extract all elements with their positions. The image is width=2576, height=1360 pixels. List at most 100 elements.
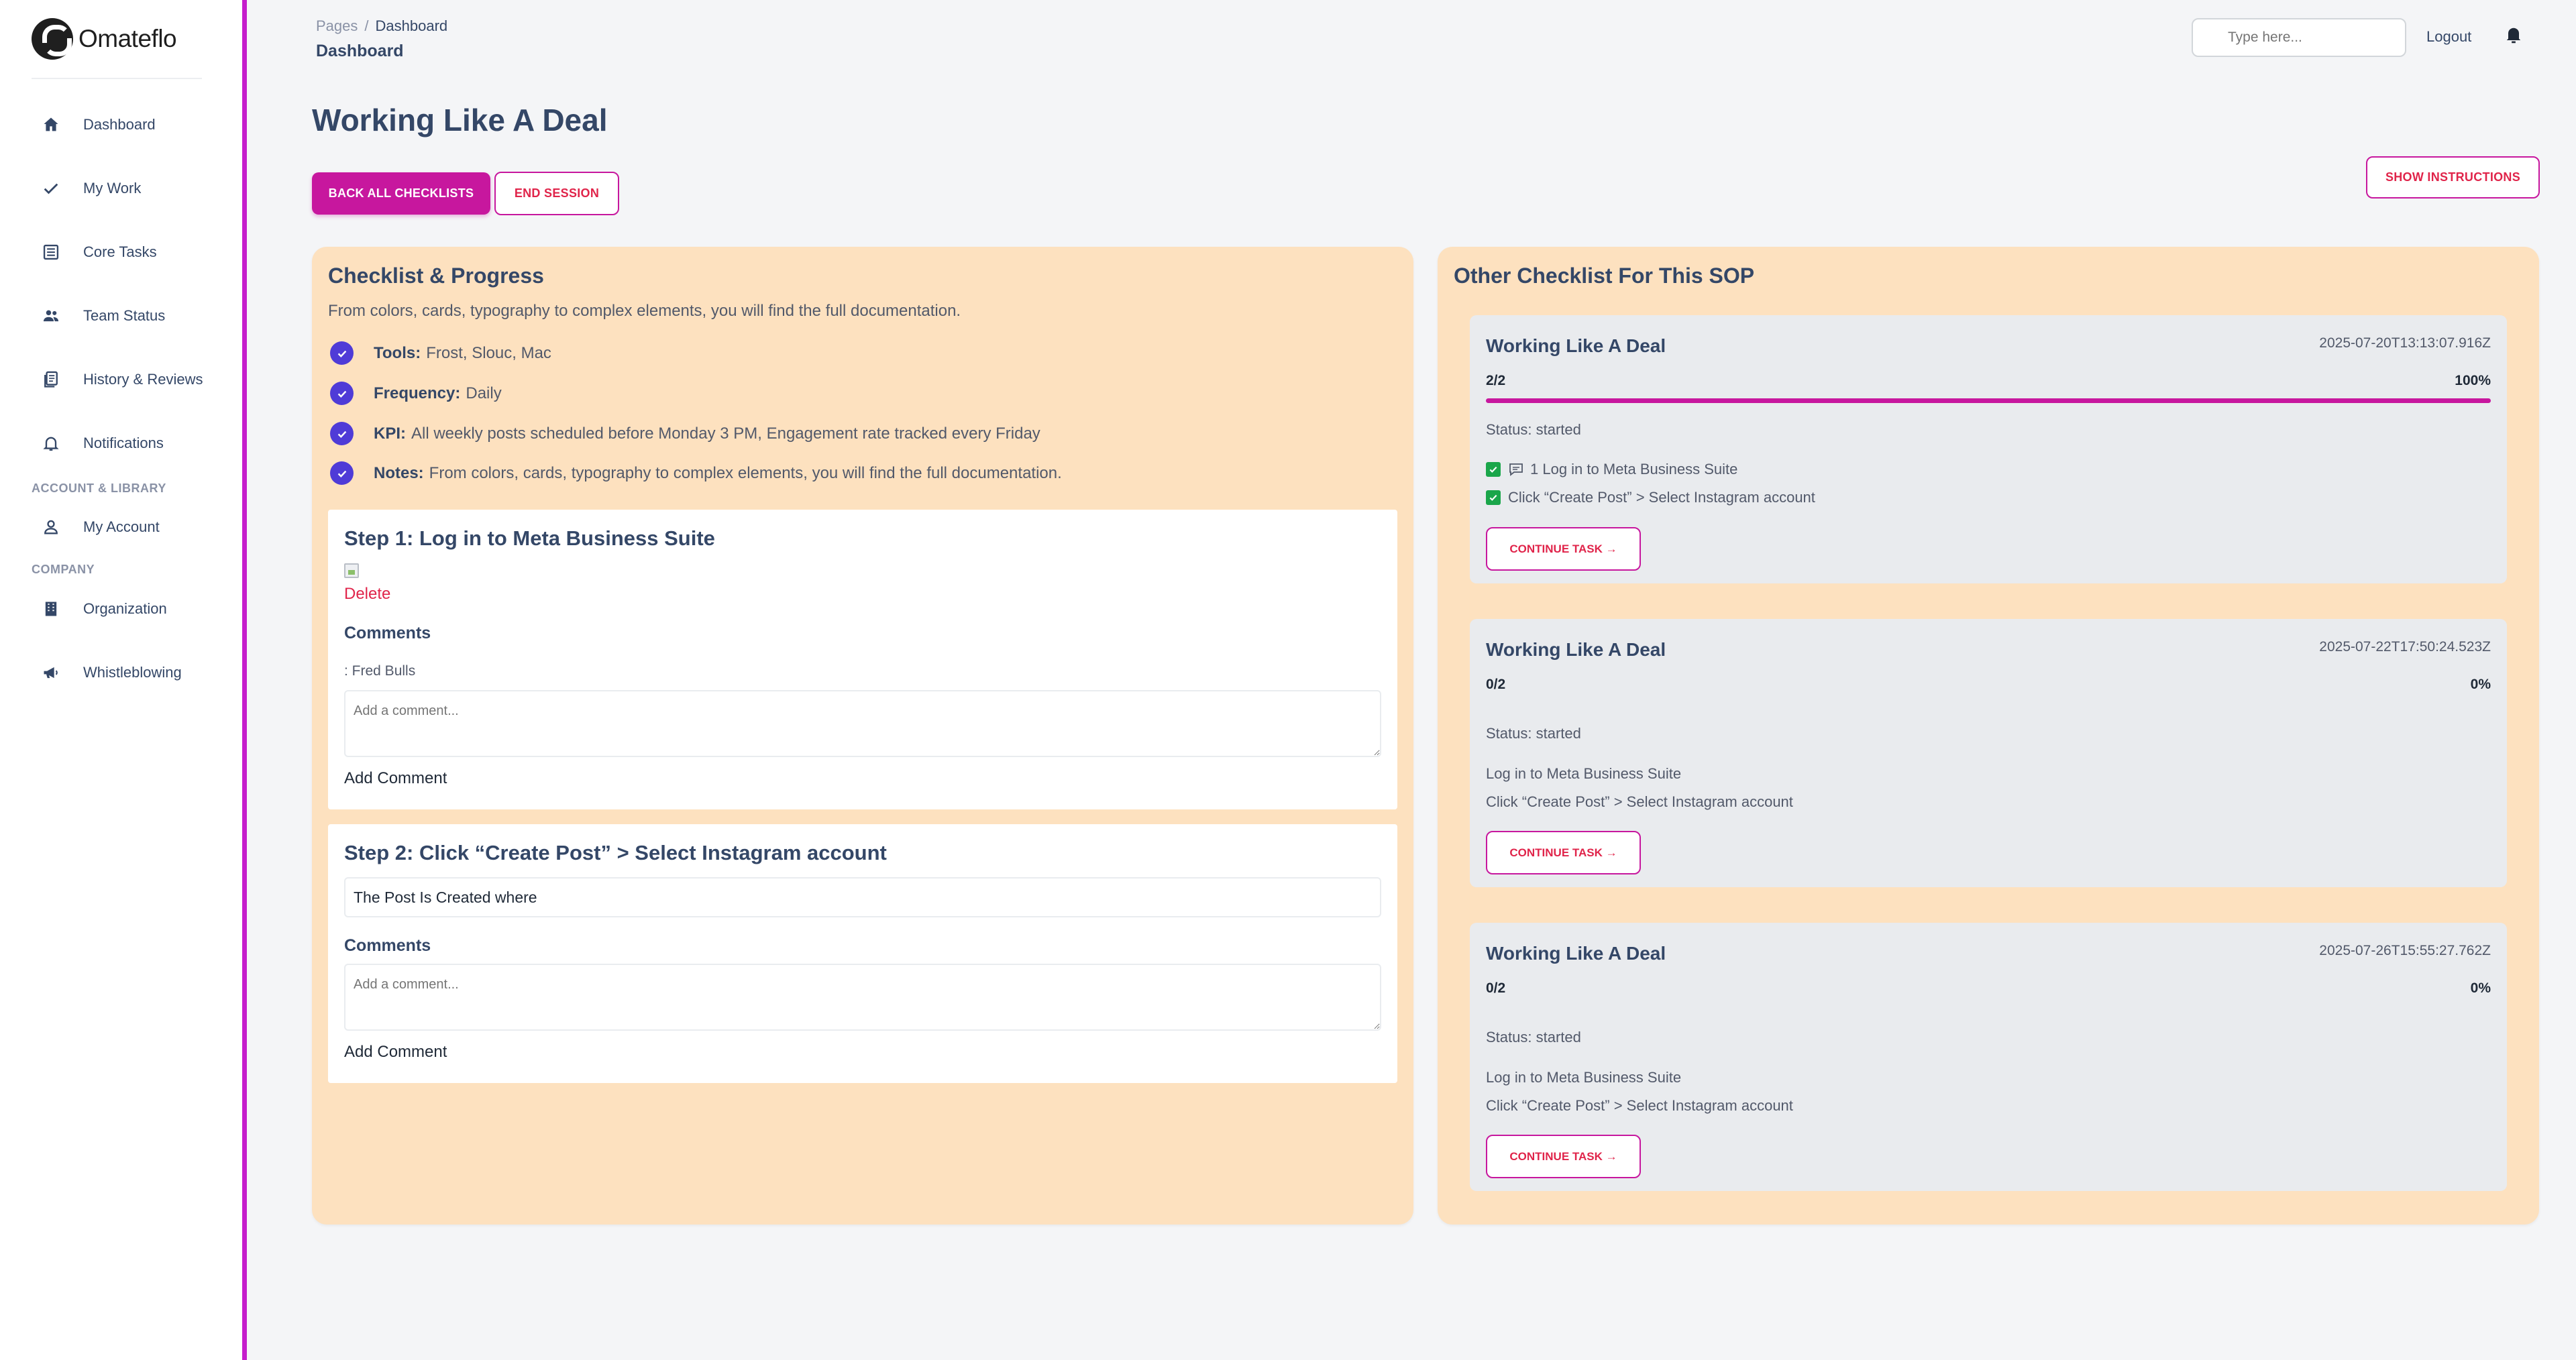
sidebar: Omateflo Dashboard My Work Core Tasks Te… (0, 0, 247, 1360)
progress-bar (1486, 702, 2491, 707)
sidebar-section-company: COMPANY (32, 563, 95, 576)
card-item-label: 1 Log in to Meta Business Suite (1530, 461, 1738, 477)
info-label: Notes: (374, 463, 424, 482)
list-icon (42, 243, 60, 262)
check-circle-icon (330, 382, 354, 405)
info-value: All weekly posts scheduled before Monday… (411, 424, 1040, 443)
sidebar-item-team-status[interactable]: Team Status (0, 284, 242, 347)
check-circle-icon (330, 422, 354, 445)
breadcrumb-current: Dashboard (375, 17, 448, 34)
card-item: Click “Create Post” > Select Instagram a… (1486, 793, 1793, 811)
card-progress-percent: 100% (2455, 373, 2491, 388)
sidebar-item-my-work[interactable]: My Work (0, 156, 242, 220)
breadcrumb: Pages / Dashboard (316, 17, 447, 35)
comments-label: Comments (344, 936, 431, 955)
sidebar-item-label: History & Reviews (83, 370, 203, 388)
megaphone-icon (42, 663, 60, 682)
bell-icon (42, 434, 60, 453)
sidebar-item-label: Notifications (83, 434, 164, 451)
checklist-heading: Checklist & Progress (328, 264, 544, 288)
add-comment-button[interactable]: Add Comment (344, 1043, 447, 1062)
check-icon (42, 179, 60, 198)
comment-input[interactable] (344, 690, 1381, 757)
chat-bubble-icon (1508, 461, 1524, 477)
info-label: Tools: (374, 343, 421, 362)
sidebar-item-my-account[interactable]: My Account (0, 496, 242, 559)
info-value: From colors, cards, typography to comple… (429, 463, 1062, 482)
checklist-description: From colors, cards, typography to comple… (328, 302, 961, 320)
step-title: Step 1: Log in to Meta Business Suite (344, 526, 715, 550)
document-icon (42, 370, 60, 389)
sidebar-section-account: ACCOUNT & LIBRARY (32, 481, 166, 495)
sidebar-item-label: Core Tasks (83, 243, 157, 260)
sidebar-item-label: Team Status (83, 306, 166, 324)
step-answer-field[interactable]: The Post Is Created where (344, 877, 1381, 917)
breadcrumb-root[interactable]: Pages (316, 17, 358, 34)
end-session-button[interactable]: END SESSION (494, 172, 619, 215)
header-title: Dashboard (316, 42, 404, 60)
progress-bar-fill (1486, 398, 2491, 403)
checkbox-checked-icon[interactable] (1486, 462, 1501, 477)
sidebar-item-dashboard[interactable]: Dashboard (0, 93, 242, 156)
card-timestamp: 2025-07-20T13:13:07.916Z (2319, 335, 2491, 351)
sidebar-item-label: My Account (83, 518, 160, 535)
info-value: Frost, Slouc, Mac (426, 343, 551, 362)
sidebar-item-label: My Work (83, 179, 142, 196)
info-frequency: Frequency: Daily (330, 382, 502, 405)
sidebar-item-organization[interactable]: Organization (0, 577, 242, 640)
people-icon (42, 306, 60, 325)
card-timestamp: 2025-07-22T17:50:24.523Z (2319, 639, 2491, 655)
continue-task-button[interactable]: CONTINUE TASK → (1486, 527, 1641, 571)
step-image (344, 563, 359, 578)
card-item: Log in to Meta Business Suite (1486, 765, 1681, 783)
breadcrumb-separator: / (364, 17, 369, 34)
sidebar-item-label: Whistleblowing (83, 663, 182, 681)
comments-label: Comments (344, 624, 431, 642)
notifications-bell-icon[interactable] (2504, 24, 2523, 46)
checkbox-checked-icon[interactable] (1486, 490, 1501, 505)
card-progress-percent: 0% (2470, 980, 2491, 996)
card-title: Working Like A Deal (1486, 639, 1666, 660)
check-circle-icon (330, 461, 354, 485)
building-icon (42, 600, 60, 618)
card-progress-count: 2/2 (1486, 373, 1506, 388)
info-value: Daily (466, 384, 502, 402)
sidebar-item-whistleblowing[interactable]: Whistleblowing (0, 640, 242, 704)
step-title: Step 2: Click “Create Post” > Select Ins… (344, 841, 887, 864)
comment-input[interactable] (344, 964, 1381, 1031)
card-item-label: Log in to Meta Business Suite (1486, 1069, 1682, 1086)
continue-task-button[interactable]: CONTINUE TASK → (1486, 831, 1641, 874)
progress-bar (1486, 1006, 2491, 1011)
omateflo-logo-icon (32, 18, 73, 60)
card-progress-count: 0/2 (1486, 677, 1506, 692)
add-comment-button[interactable]: Add Comment (344, 769, 447, 788)
search-input[interactable] (2192, 18, 2406, 57)
card-status: Status: started (1486, 1029, 1581, 1045)
card-item: Log in to Meta Business Suite (1486, 1069, 1681, 1086)
step-card: Step 1: Log in to Meta Business Suite De… (328, 510, 1397, 809)
checklist-progress-panel: Checklist & Progress From colors, cards,… (312, 247, 1413, 1225)
check-circle-icon (330, 341, 354, 365)
card-title: Working Like A Deal (1486, 943, 1666, 964)
page-title: Working Like A Deal (312, 103, 608, 137)
delete-link[interactable]: Delete (344, 585, 390, 604)
info-notes: Notes: From colors, cards, typography to … (330, 461, 1062, 485)
sidebar-item-core-tasks[interactable]: Core Tasks (0, 220, 242, 284)
sidebar-item-history-reviews[interactable]: History & Reviews (0, 347, 242, 411)
card-progress-percent: 0% (2470, 677, 2491, 692)
checklist-card: Working Like A Deal 2025-07-20T13:13:07.… (1470, 315, 2507, 583)
back-all-checklists-button[interactable]: BACK ALL CHECKLISTS (312, 172, 490, 215)
info-tools: Tools: Frost, Slouc, Mac (330, 341, 551, 365)
card-status: Status: started (1486, 725, 1581, 742)
card-item-label: Click “Create Post” > Select Instagram a… (1508, 489, 1815, 506)
other-checklists-panel: Other Checklist For This SOP Working Lik… (1438, 247, 2539, 1225)
sidebar-item-notifications[interactable]: Notifications (0, 411, 242, 475)
logout-link[interactable]: Logout (2426, 28, 2471, 46)
show-instructions-button[interactable]: SHOW INSTRUCTIONS (2366, 156, 2540, 199)
continue-task-button[interactable]: CONTINUE TASK → (1486, 1135, 1641, 1178)
brand[interactable]: Omateflo (32, 0, 202, 79)
home-icon (42, 115, 60, 134)
brand-name: Omateflo (78, 25, 177, 52)
card-item: Click “Create Post” > Select Instagram a… (1486, 1097, 1793, 1115)
card-title: Working Like A Deal (1486, 335, 1666, 356)
